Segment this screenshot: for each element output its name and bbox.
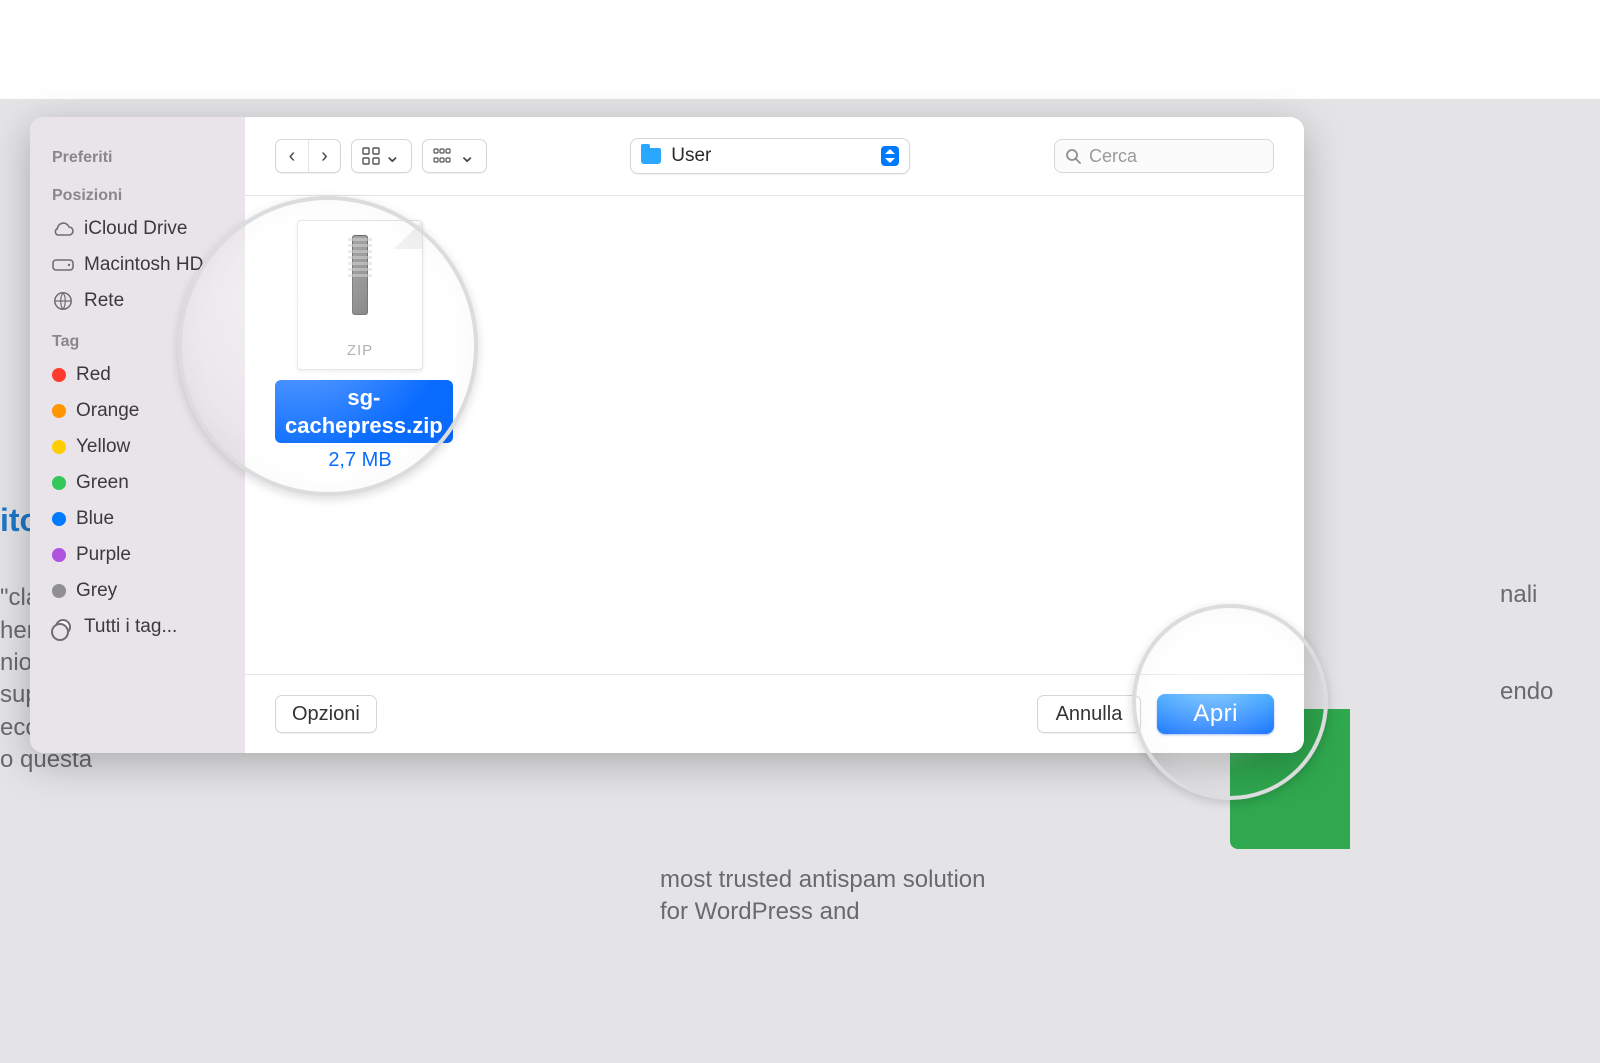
sidebar-item-label: Macintosh HD [84, 254, 203, 276]
file-browser-content[interactable]: ZIP sg-cachepress.zip 2,7 MB [245, 195, 1304, 675]
view-group-button[interactable]: ⌄ [422, 139, 487, 173]
dropdown-updown-icon [881, 146, 899, 166]
tag-dot-icon [52, 368, 66, 382]
location-label: User [671, 145, 871, 167]
nav-forward-button[interactable]: › [308, 140, 340, 172]
tags-header: Tag [30, 319, 245, 357]
sidebar-item-label: Rete [84, 290, 124, 312]
all-tags-icon [52, 616, 74, 638]
chevron-left-icon: ‹ [289, 146, 296, 166]
search-icon [1065, 148, 1081, 164]
main-panel: ‹ › ⌄ [245, 117, 1304, 753]
file-item-selected[interactable]: ZIP sg-cachepress.zip 2,7 MB [275, 220, 445, 472]
globe-icon [52, 290, 74, 312]
sidebar-item-label: Red [76, 364, 111, 386]
tag-dot-icon [52, 512, 66, 526]
background-text-below: most trusted antispam solution for WordP… [660, 864, 1020, 929]
file-type-label: ZIP [347, 342, 373, 369]
sidebar-tag-blue[interactable]: Blue [30, 501, 245, 537]
nav-back-button[interactable]: ‹ [276, 140, 308, 172]
background-text-right: naliendo [1500, 579, 1600, 709]
nav-buttons: ‹ › [275, 139, 341, 173]
tag-dot-icon [52, 548, 66, 562]
disk-icon [52, 254, 74, 276]
sidebar-item-label: Tutti i tag... [84, 616, 177, 638]
sidebar-item-label: iCloud Drive [84, 218, 187, 240]
chevron-down-icon: ⌄ [384, 146, 401, 166]
sidebar: Preferiti Posizioni iCloud Drive Macinto… [30, 117, 245, 753]
grid-icon [362, 147, 380, 165]
sidebar-item-network[interactable]: Rete [30, 283, 245, 319]
sidebar-item-label: Blue [76, 508, 114, 530]
file-name: sg-cachepress.zip [275, 380, 453, 443]
sidebar-item-label: Yellow [76, 436, 130, 458]
cancel-button[interactable]: Annulla [1037, 695, 1142, 733]
sidebar-all-tags[interactable]: Tutti i tag... [30, 609, 245, 645]
group-icon [433, 148, 455, 164]
sidebar-tag-purple[interactable]: Purple [30, 537, 245, 573]
sidebar-tag-red[interactable]: Red [30, 357, 245, 393]
options-button[interactable]: Opzioni [275, 695, 377, 733]
folder-icon [641, 148, 661, 164]
file-size: 2,7 MB [275, 449, 445, 472]
open-button[interactable]: Apri [1157, 694, 1274, 734]
sidebar-tag-green[interactable]: Green [30, 465, 245, 501]
sidebar-tag-grey[interactable]: Grey [30, 573, 245, 609]
locations-header: Posizioni [30, 173, 245, 211]
view-icons-button[interactable]: ⌄ [351, 139, 412, 173]
search-input[interactable] [1089, 146, 1263, 167]
sidebar-tag-orange[interactable]: Orange [30, 393, 245, 429]
chevron-right-icon: › [321, 146, 328, 166]
toolbar: ‹ › ⌄ [245, 117, 1304, 195]
search-field[interactable] [1054, 139, 1274, 173]
tag-dot-icon [52, 584, 66, 598]
favorites-header: Preferiti [30, 135, 245, 173]
location-dropdown[interactable]: User [630, 138, 910, 174]
sidebar-tag-yellow[interactable]: Yellow [30, 429, 245, 465]
zip-icon [352, 235, 368, 315]
sidebar-item-macintosh-hd[interactable]: Macintosh HD [30, 247, 245, 283]
bottom-bar: Opzioni Annulla Apri [245, 675, 1304, 753]
tag-dot-icon [52, 476, 66, 490]
tag-dot-icon [52, 440, 66, 454]
file-thumbnail: ZIP [297, 220, 423, 370]
sidebar-item-label: Grey [76, 580, 117, 602]
chevron-down-icon: ⌄ [459, 146, 476, 166]
file-open-dialog: Preferiti Posizioni iCloud Drive Macinto… [30, 117, 1304, 753]
sidebar-item-icloud-drive[interactable]: iCloud Drive [30, 211, 245, 247]
sidebar-item-label: Orange [76, 400, 139, 422]
sidebar-item-label: Green [76, 472, 129, 494]
cloud-icon [52, 218, 74, 240]
sidebar-item-label: Purple [76, 544, 131, 566]
tag-dot-icon [52, 404, 66, 418]
